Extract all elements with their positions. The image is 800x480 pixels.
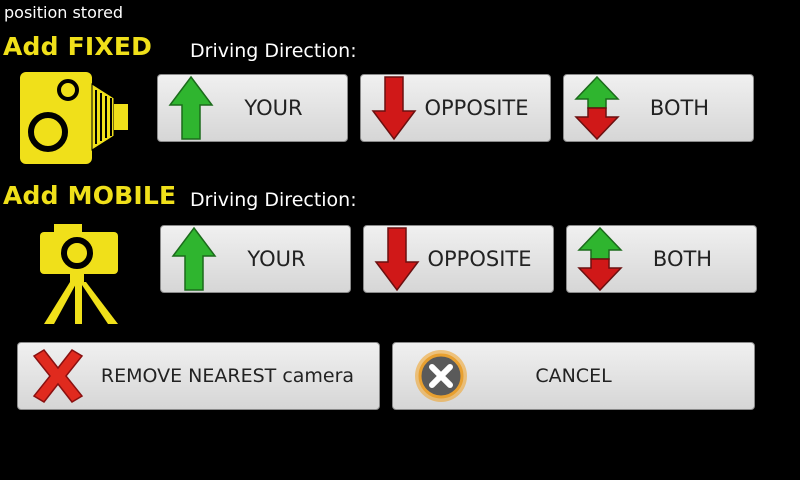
fixed-opposite-label: OPPOSITE <box>424 96 529 120</box>
fixed-speed-camera-icon <box>18 70 133 170</box>
add-fixed-title: Add FIXED <box>3 32 153 61</box>
fixed-your-direction-button[interactable]: YOUR <box>157 74 348 142</box>
fixed-both-label: BOTH <box>649 96 710 120</box>
fixed-both-directions-button[interactable]: BOTH <box>563 74 754 142</box>
mobile-camera-tripod-icon <box>30 220 125 330</box>
mobile-your-direction-button[interactable]: YOUR <box>160 225 351 293</box>
add-mobile-title: Add MOBILE <box>3 181 177 210</box>
cancel-label: CANCEL <box>535 365 612 387</box>
remove-nearest-camera-button[interactable]: REMOVE NEAREST camera <box>17 342 380 410</box>
mobile-opposite-direction-button[interactable]: OPPOSITE <box>363 225 554 293</box>
mobile-your-label: YOUR <box>247 247 306 271</box>
mobile-both-directions-button[interactable]: BOTH <box>566 225 757 293</box>
status-text: position stored <box>4 3 124 22</box>
fixed-direction-label: Driving Direction: <box>190 40 357 62</box>
mobile-opposite-label: OPPOSITE <box>427 247 532 271</box>
mobile-direction-label: Driving Direction: <box>190 189 357 211</box>
fixed-your-label: YOUR <box>244 96 303 120</box>
cancel-button[interactable]: CANCEL <box>392 342 755 410</box>
remove-nearest-label: REMOVE NEAREST camera <box>100 365 355 387</box>
fixed-opposite-direction-button[interactable]: OPPOSITE <box>360 74 551 142</box>
mobile-both-label: BOTH <box>652 247 713 271</box>
